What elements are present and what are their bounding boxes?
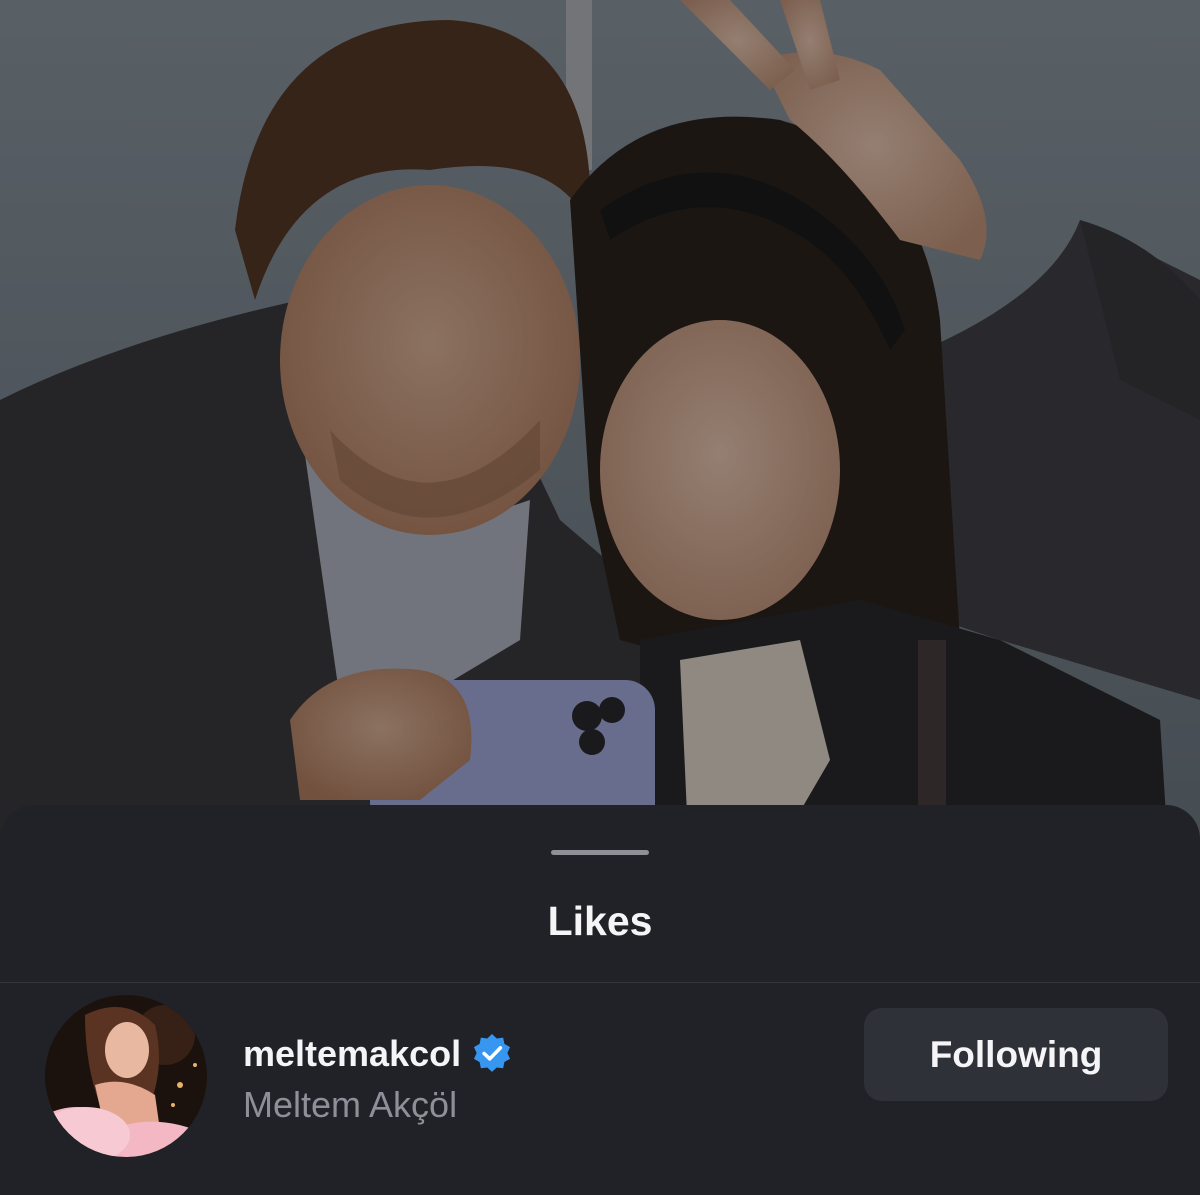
- username[interactable]: meltemakcol: [243, 1032, 461, 1076]
- sheet-title: Likes: [547, 898, 653, 944]
- following-button[interactable]: Following: [864, 1008, 1168, 1101]
- likes-screen: Likes meltemakcol Meltem Akçöl Following: [0, 0, 1200, 1195]
- username-line[interactable]: meltemakcol: [243, 1030, 513, 1078]
- verified-badge-icon: [474, 1034, 511, 1072]
- likes-sheet: Likes meltemakcol Meltem Akçöl Following: [0, 805, 1200, 1195]
- like-row[interactable]: meltemakcol Meltem Akçöl Following: [0, 983, 1200, 1195]
- sheet-grabber[interactable]: [551, 850, 649, 855]
- post-photo: [0, 0, 1200, 880]
- full-name: Meltem Akçöl: [243, 1084, 458, 1125]
- avatar[interactable]: [45, 995, 207, 1157]
